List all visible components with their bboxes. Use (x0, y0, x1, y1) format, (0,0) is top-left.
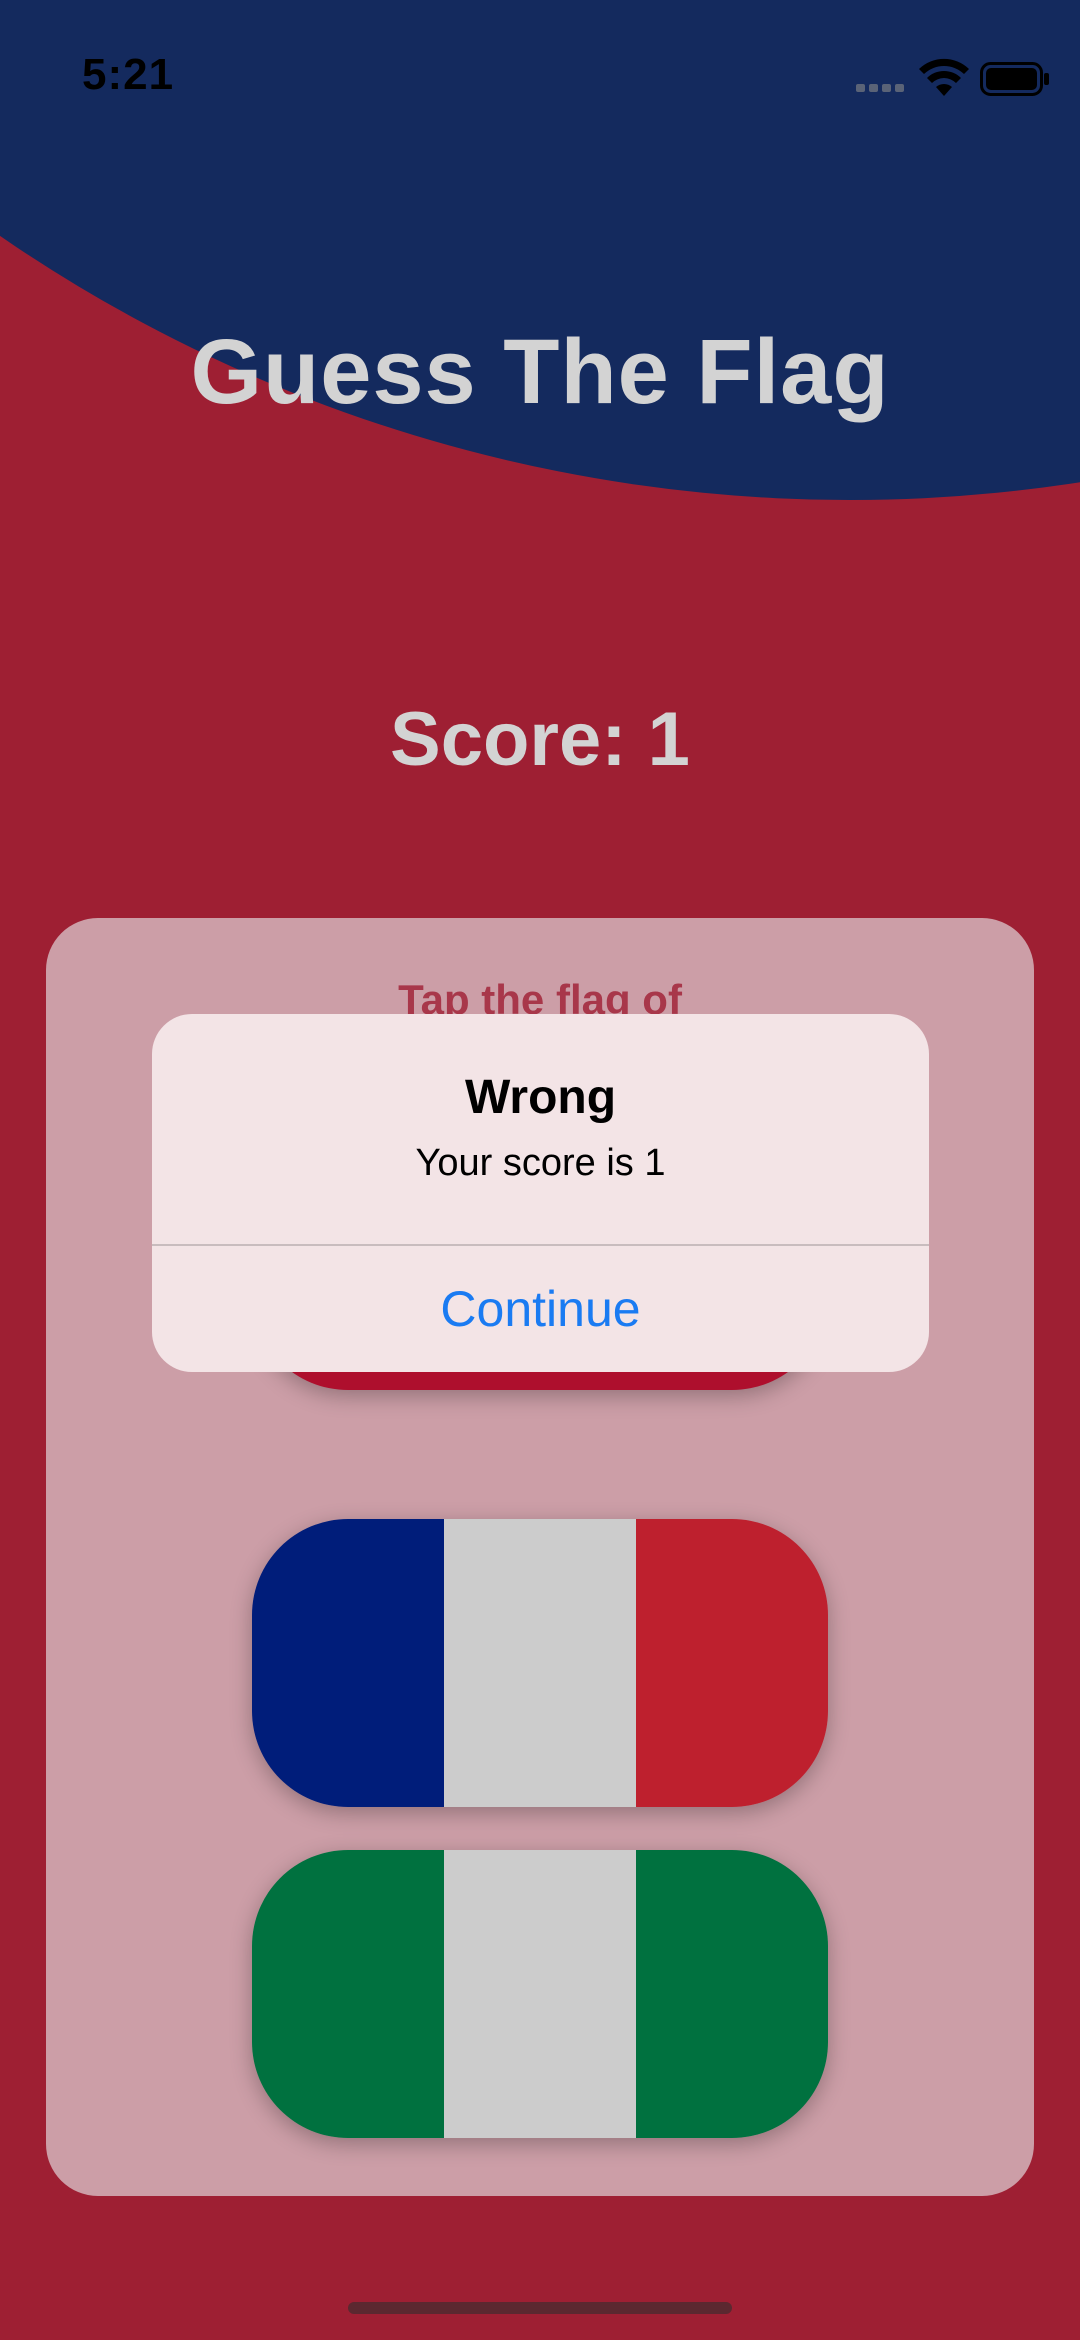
app-screen: 5:21 Guess The Flag Score: 1 Tap the fla… (0, 0, 1080, 2340)
alert-message: Your score is 1 (415, 1142, 666, 1184)
alert-title: Wrong (464, 1071, 617, 1124)
continue-button[interactable]: Continue (152, 1246, 929, 1372)
home-indicator[interactable] (348, 2302, 732, 2314)
alert-dialog: Wrong Your score is 1 Continue (152, 1014, 929, 1372)
alert-overlay: Wrong Your score is 1 Continue (0, 0, 1080, 2340)
